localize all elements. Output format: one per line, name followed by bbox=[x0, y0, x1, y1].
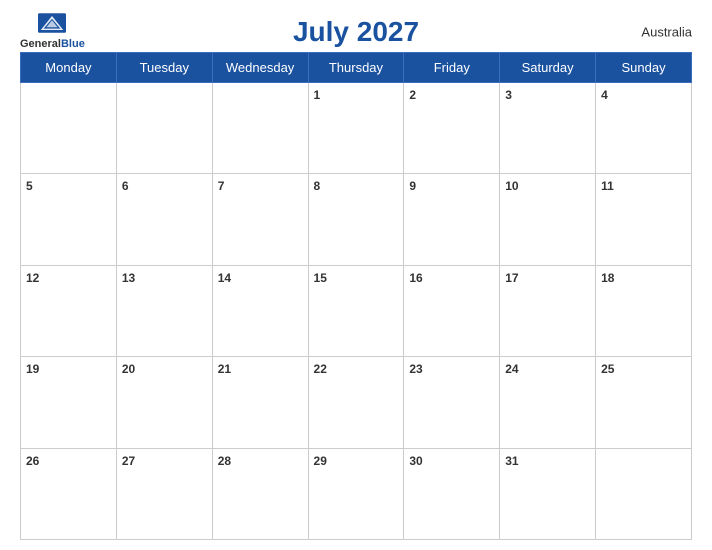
day-number: 29 bbox=[314, 454, 327, 468]
weekday-header: Sunday bbox=[596, 53, 692, 83]
calendar-day-cell bbox=[21, 83, 117, 174]
calendar-day-cell: 31 bbox=[500, 448, 596, 539]
calendar-day-cell: 10 bbox=[500, 174, 596, 265]
calendar-day-cell: 8 bbox=[308, 174, 404, 265]
day-number: 11 bbox=[601, 179, 614, 193]
calendar-day-cell: 15 bbox=[308, 265, 404, 356]
calendar-day-cell: 12 bbox=[21, 265, 117, 356]
weekday-header: Wednesday bbox=[212, 53, 308, 83]
calendar-day-cell: 13 bbox=[116, 265, 212, 356]
calendar-day-cell: 17 bbox=[500, 265, 596, 356]
day-number: 18 bbox=[601, 271, 614, 285]
calendar-week-row: 19 20 21 22 23 24 25 bbox=[21, 357, 692, 448]
calendar-day-cell bbox=[212, 83, 308, 174]
calendar-day-cell: 5 bbox=[21, 174, 117, 265]
calendar-day-cell: 3 bbox=[500, 83, 596, 174]
weekday-header: Monday bbox=[21, 53, 117, 83]
day-number: 14 bbox=[218, 271, 231, 285]
calendar-day-cell: 22 bbox=[308, 357, 404, 448]
day-number: 24 bbox=[505, 362, 518, 376]
calendar-day-cell bbox=[116, 83, 212, 174]
calendar-day-cell: 26 bbox=[21, 448, 117, 539]
calendar-day-cell: 9 bbox=[404, 174, 500, 265]
calendar-day-cell: 29 bbox=[308, 448, 404, 539]
calendar-header: GeneralBlue July 2027 Australia bbox=[20, 16, 692, 48]
calendar-day-cell: 24 bbox=[500, 357, 596, 448]
day-number: 30 bbox=[409, 454, 422, 468]
calendar-week-row: 1 2 3 4 bbox=[21, 83, 692, 174]
calendar-day-cell: 2 bbox=[404, 83, 500, 174]
calendar-day-cell: 18 bbox=[596, 265, 692, 356]
calendar-day-cell: 21 bbox=[212, 357, 308, 448]
calendar-body: 1234567891011121314151617181920212223242… bbox=[21, 83, 692, 540]
calendar-day-cell: 1 bbox=[308, 83, 404, 174]
day-number: 5 bbox=[26, 179, 33, 193]
day-number: 31 bbox=[505, 454, 518, 468]
weekday-header: Tuesday bbox=[116, 53, 212, 83]
day-number: 23 bbox=[409, 362, 422, 376]
logo: GeneralBlue bbox=[20, 13, 85, 52]
day-number: 1 bbox=[314, 88, 321, 102]
day-number: 7 bbox=[218, 179, 225, 193]
month-title: July 2027 bbox=[293, 16, 419, 48]
calendar-day-cell: 4 bbox=[596, 83, 692, 174]
day-number: 3 bbox=[505, 88, 512, 102]
calendar-day-cell: 16 bbox=[404, 265, 500, 356]
weekday-header: Friday bbox=[404, 53, 500, 83]
day-number: 21 bbox=[218, 362, 231, 376]
day-number: 12 bbox=[26, 271, 39, 285]
calendar-day-cell: 27 bbox=[116, 448, 212, 539]
calendar-day-cell: 23 bbox=[404, 357, 500, 448]
calendar-day-cell: 20 bbox=[116, 357, 212, 448]
day-number: 2 bbox=[409, 88, 416, 102]
weekday-header: Saturday bbox=[500, 53, 596, 83]
day-number: 19 bbox=[26, 362, 39, 376]
day-number: 15 bbox=[314, 271, 327, 285]
calendar-day-cell: 7 bbox=[212, 174, 308, 265]
logo-icon bbox=[38, 13, 66, 33]
day-number: 26 bbox=[26, 454, 39, 468]
day-number: 16 bbox=[409, 271, 422, 285]
day-number: 28 bbox=[218, 454, 231, 468]
day-number: 4 bbox=[601, 88, 608, 102]
calendar-table: MondayTuesdayWednesdayThursdayFridaySatu… bbox=[20, 52, 692, 540]
day-number: 25 bbox=[601, 362, 614, 376]
calendar-header-row: MondayTuesdayWednesdayThursdayFridaySatu… bbox=[21, 53, 692, 83]
day-number: 10 bbox=[505, 179, 518, 193]
calendar-day-cell: 28 bbox=[212, 448, 308, 539]
weekday-header: Thursday bbox=[308, 53, 404, 83]
day-number: 9 bbox=[409, 179, 416, 193]
calendar-day-cell bbox=[596, 448, 692, 539]
calendar-day-cell: 11 bbox=[596, 174, 692, 265]
calendar-day-cell: 14 bbox=[212, 265, 308, 356]
weekday-row: MondayTuesdayWednesdayThursdayFridaySatu… bbox=[21, 53, 692, 83]
country-label: Australia bbox=[641, 25, 692, 40]
calendar-day-cell: 6 bbox=[116, 174, 212, 265]
calendar-day-cell: 19 bbox=[21, 357, 117, 448]
calendar-week-row: 5 6 7 8 9 10 11 bbox=[21, 174, 692, 265]
logo-general-text: General bbox=[20, 38, 61, 50]
calendar-week-row: 26 27 28 29 30 31 bbox=[21, 448, 692, 539]
day-number: 20 bbox=[122, 362, 135, 376]
day-number: 6 bbox=[122, 179, 129, 193]
day-number: 22 bbox=[314, 362, 327, 376]
logo-blue-text: Blue bbox=[61, 38, 85, 50]
day-number: 13 bbox=[122, 271, 135, 285]
day-number: 27 bbox=[122, 454, 135, 468]
day-number: 8 bbox=[314, 179, 321, 193]
day-number: 17 bbox=[505, 271, 518, 285]
calendar-day-cell: 30 bbox=[404, 448, 500, 539]
calendar-week-row: 12 13 14 15 16 17 18 bbox=[21, 265, 692, 356]
calendar-day-cell: 25 bbox=[596, 357, 692, 448]
